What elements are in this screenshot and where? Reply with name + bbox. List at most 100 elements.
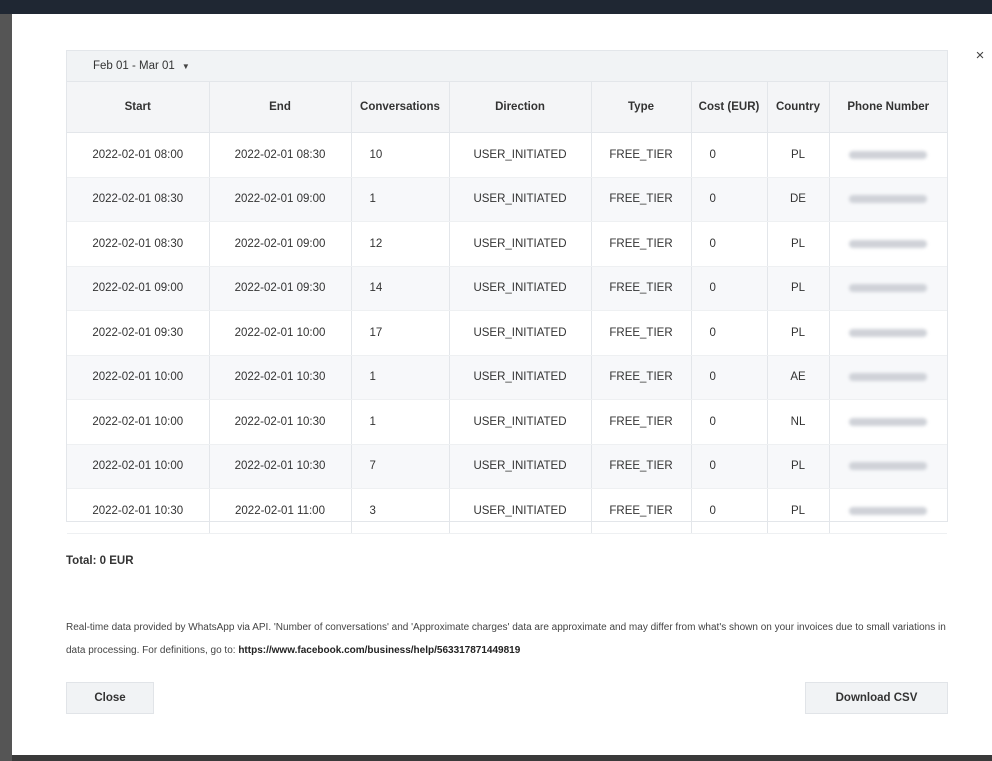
cell-conversations: 12 [351,221,450,267]
close-button[interactable]: Close [66,682,154,714]
redacted-phone-number [849,373,928,382]
cell-direction: USER_INITIATED [449,310,592,356]
cell-cost: 0 [691,266,768,311]
cell-direction: USER_INITIATED [449,355,592,400]
cell-type: FREE_TIER [591,355,692,400]
table-row: 2022-02-01 10:00 2022-02-01 10:30 1 USER_IN… [67,399,947,445]
cell-start: 2022-02-01 10:30 [67,488,210,534]
cell-country: NL [767,399,830,445]
table-row: 2022-02-01 10:30 2022-02-01 11:00 3 USER_IN… [67,488,947,534]
column-header: Type [591,82,692,133]
redacted-phone-number [849,195,928,204]
cell-cost: 0 [691,444,768,489]
redacted-phone-number [849,284,928,293]
date-range-dropdown[interactable]: Feb 01 - Mar 01 ▼ [93,60,190,72]
conversations-table-panel: Feb 01 - Mar 01 ▼ Start End Conversations D… [66,50,948,534]
conversations-table: Start End Conversations Direction Type Cost (… [67,82,947,534]
cell-type: FREE_TIER [591,444,692,489]
cell-conversations: 3 [351,488,450,534]
cell-direction: USER_INITIATED [449,177,592,222]
cell-phone-number [829,355,947,400]
cell-cost: 0 [691,221,768,267]
cell-phone-number [829,177,947,222]
cell-end: 2022-02-01 10:30 [209,399,352,445]
cell-conversations: 1 [351,399,450,445]
cell-end: 2022-02-01 09:00 [209,177,352,222]
table-row: 2022-02-01 08:00 2022-02-01 08:30 10 USER_I… [67,132,947,178]
column-header: Conversations [351,82,450,133]
column-header: Phone Number [829,82,947,133]
cell-end: 2022-02-01 11:00 [209,488,352,534]
cell-direction: USER_INITIATED [449,132,592,178]
cell-type: FREE_TIER [591,310,692,356]
download-csv-button[interactable]: Download CSV [805,682,948,714]
cell-conversations: 14 [351,266,450,311]
cell-cost: 0 [691,132,768,178]
date-range-bar: Feb 01 - Mar 01 ▼ [67,51,947,82]
table-row: 2022-02-01 09:00 2022-02-01 09:30 14 USER_I… [67,266,947,311]
cell-start: 2022-02-01 08:30 [67,177,210,222]
cell-country: DE [767,177,830,222]
cell-start: 2022-02-01 10:00 [67,355,210,400]
cell-type: FREE_TIER [591,132,692,178]
redacted-phone-number [849,417,928,426]
date-range-label: Feb 01 - Mar 01 [93,60,175,72]
cell-phone-number [829,399,947,445]
table-header-row: Start End Conversations Direction Type Cost (… [67,82,947,133]
cell-country: PL [767,266,830,311]
cell-country: AE [767,355,830,400]
table-row: 2022-02-01 09:30 2022-02-01 10:00 17 USER_I… [67,310,947,356]
cell-start: 2022-02-01 10:00 [67,444,210,489]
cell-phone-number [829,132,947,178]
conversation-details-modal: × Feb 01 - Mar 01 ▼ Start End Conversation… [12,14,992,755]
cell-end: 2022-02-01 10:30 [209,355,352,400]
cell-phone-number [829,444,947,489]
cell-end: 2022-02-01 09:30 [209,266,352,311]
table-row: 2022-02-01 08:30 2022-02-01 09:00 1 USER_IN… [67,177,947,222]
cell-end: 2022-02-01 09:00 [209,221,352,267]
redacted-phone-number [849,328,928,337]
close-icon[interactable]: × [970,46,990,66]
cell-type: FREE_TIER [591,266,692,311]
cell-type: FREE_TIER [591,399,692,445]
cell-start: 2022-02-01 10:00 [67,399,210,445]
cell-conversations: 10 [351,132,450,178]
cell-direction: USER_INITIATED [449,488,592,534]
column-header: End [209,82,352,133]
column-header: Direction [449,82,592,133]
cell-phone-number [829,221,947,267]
cell-direction: USER_INITIATED [449,444,592,489]
cell-country: PL [767,132,830,178]
redacted-phone-number [849,462,928,471]
cell-start: 2022-02-01 08:00 [67,132,210,178]
table-row: 2022-02-01 10:00 2022-02-01 10:30 1 USER_IN… [67,355,947,400]
disclaimer-text: Real-time data provided by WhatsApp via … [66,616,956,662]
background-overlay [0,14,12,761]
cell-type: FREE_TIER [591,177,692,222]
column-header: Start [67,82,210,133]
help-link[interactable]: https://www.facebook.com/business/help/5… [238,645,520,656]
cell-cost: 0 [691,355,768,400]
cell-direction: USER_INITIATED [449,221,592,267]
table-row: 2022-02-01 08:30 2022-02-01 09:00 12 USER_I… [67,221,947,267]
cell-start: 2022-02-01 09:00 [67,266,210,311]
cell-country: PL [767,444,830,489]
cell-end: 2022-02-01 08:30 [209,132,352,178]
cell-type: FREE_TIER [591,221,692,267]
app-top-bar [0,0,992,14]
redacted-phone-number [849,239,928,248]
cell-direction: USER_INITIATED [449,266,592,311]
cell-country: PL [767,310,830,356]
total-cost: Total: 0 EUR [66,555,134,567]
cell-cost: 0 [691,310,768,356]
cell-country: PL [767,488,830,534]
cell-end: 2022-02-01 10:00 [209,310,352,356]
cell-cost: 0 [691,399,768,445]
cell-cost: 0 [691,488,768,534]
cell-type: FREE_TIER [591,488,692,534]
cell-conversations: 7 [351,444,450,489]
cell-start: 2022-02-01 08:30 [67,221,210,267]
cell-conversations: 17 [351,310,450,356]
cell-country: PL [767,221,830,267]
redacted-phone-number [849,150,928,159]
